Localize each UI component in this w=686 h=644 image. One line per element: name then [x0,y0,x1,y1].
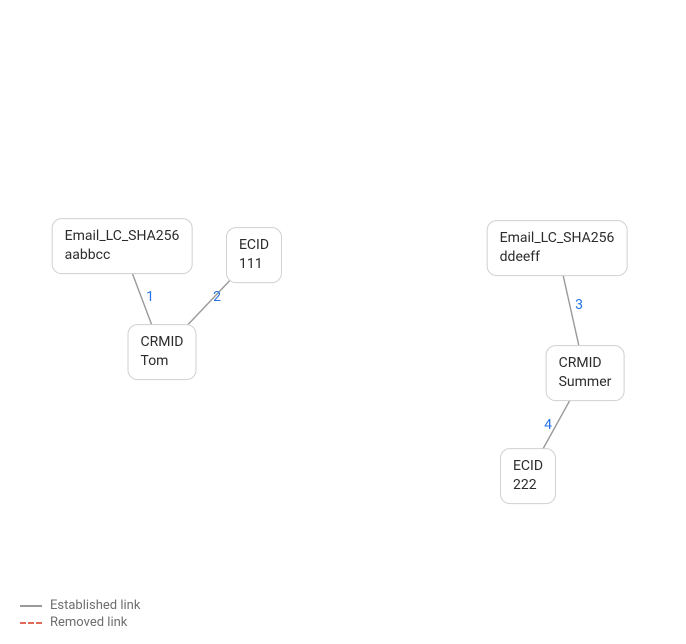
node-crmid-summer-value: Summer [559,373,612,392]
identity-graph-canvas: 1 2 3 4 Email_LC_SHA256 aabbcc ECID 111 … [0,0,686,644]
links-layer [0,0,686,644]
node-email-right-value: ddeeff [500,248,615,267]
legend-established-swatch [20,605,42,607]
legend-established: Established link [20,598,140,613]
node-ecid-111-value: 111 [239,255,269,274]
node-crmid-tom-value: Tom [141,352,184,371]
legend-established-label: Established link [50,598,140,613]
node-ecid-222-value: 222 [513,476,543,495]
node-ecid-222: ECID 222 [500,448,556,504]
node-crmid-summer-type: CRMID [559,354,612,373]
legend-removed: Removed link [20,615,140,630]
node-ecid-222-type: ECID [513,457,543,476]
legend: Established link Removed link [20,596,140,630]
node-email-left-value: aabbcc [65,246,180,265]
node-email-left-type: Email_LC_SHA256 [65,227,180,246]
node-crmid-tom: CRMID Tom [128,324,197,380]
node-crmid-tom-type: CRMID [141,333,184,352]
node-crmid-summer: CRMID Summer [546,345,625,401]
legend-removed-label: Removed link [50,615,127,630]
node-email-right-type: Email_LC_SHA256 [500,229,615,248]
node-ecid-111: ECID 111 [226,227,282,283]
node-email-right: Email_LC_SHA256 ddeeff [487,220,628,276]
legend-removed-swatch [20,622,42,624]
node-ecid-111-type: ECID [239,236,269,255]
node-email-left: Email_LC_SHA256 aabbcc [52,218,193,274]
